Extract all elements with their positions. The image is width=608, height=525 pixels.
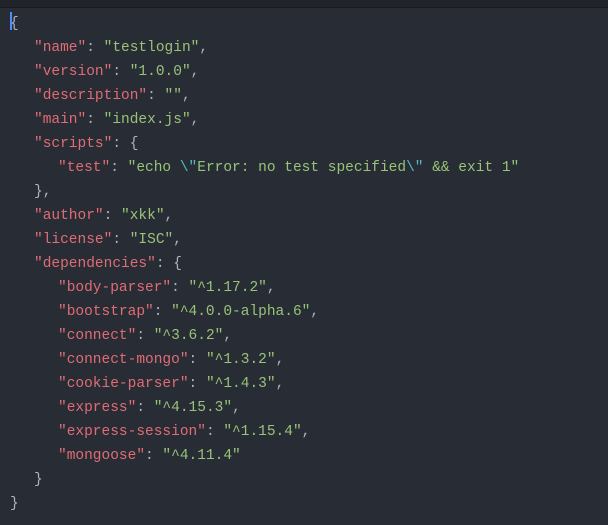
comma: , <box>267 280 276 296</box>
json-key: "author" <box>34 208 104 224</box>
json-value: "^4.0.0-alpha.6" <box>171 304 310 320</box>
code-line: "bootstrap": "^4.0.0-alpha.6", <box>10 300 608 324</box>
json-value: "^4.15.3" <box>154 400 232 416</box>
colon: : <box>154 304 171 320</box>
code-line: "connect-mongo": "^1.3.2", <box>10 348 608 372</box>
json-value: "^1.3.2" <box>206 352 276 368</box>
comma: , <box>223 328 232 344</box>
text-cursor <box>10 12 12 30</box>
json-key: "name" <box>34 40 86 56</box>
code-line: "express": "^4.15.3", <box>10 396 608 420</box>
code-line: "scripts": { <box>10 132 608 156</box>
comma: , <box>276 376 285 392</box>
code-line: "author": "xkk", <box>10 204 608 228</box>
colon: : <box>156 256 173 272</box>
comma: , <box>182 88 191 104</box>
json-key: "license" <box>34 232 112 248</box>
json-key: "bootstrap" <box>58 304 154 320</box>
colon: : <box>104 208 121 224</box>
json-key: "scripts" <box>34 136 112 152</box>
code-line: "connect": "^3.6.2", <box>10 324 608 348</box>
comma: , <box>310 304 319 320</box>
json-value: "index.js" <box>104 112 191 128</box>
json-key: "express-session" <box>58 424 206 440</box>
code-line: } <box>10 468 608 492</box>
escape-sequence: \" <box>180 160 197 176</box>
colon: : <box>112 64 129 80</box>
colon: : <box>112 232 129 248</box>
json-key: "body-parser" <box>58 280 171 296</box>
code-line: "mongoose": "^4.11.4" <box>10 444 608 468</box>
json-value: "^3.6.2" <box>154 328 224 344</box>
code-line: "license": "ISC", <box>10 228 608 252</box>
json-value: "^1.4.3" <box>206 376 276 392</box>
json-value: && exit 1" <box>424 160 520 176</box>
code-line: "version": "1.0.0", <box>10 60 608 84</box>
colon: : <box>189 376 206 392</box>
colon: : <box>136 400 153 416</box>
json-key: "description" <box>34 88 147 104</box>
brace-close: } <box>10 496 19 512</box>
json-key: "cookie-parser" <box>58 376 189 392</box>
colon: : <box>110 160 127 176</box>
comma: , <box>191 64 200 80</box>
code-line: "body-parser": "^1.17.2", <box>10 276 608 300</box>
code-line: "dependencies": { <box>10 252 608 276</box>
json-value: "ISC" <box>130 232 174 248</box>
json-value: "echo <box>128 160 180 176</box>
code-line: "cookie-parser": "^1.4.3", <box>10 372 608 396</box>
colon: : <box>206 424 223 440</box>
code-line: "description": "", <box>10 84 608 108</box>
json-key: "main" <box>34 112 86 128</box>
comma: , <box>165 208 174 224</box>
code-line: } <box>10 492 608 516</box>
code-editor[interactable]: { "name": "testlogin", "version": "1.0.0… <box>0 8 608 516</box>
json-value: "" <box>165 88 182 104</box>
json-key: "version" <box>34 64 112 80</box>
json-key: "express" <box>58 400 136 416</box>
comma: , <box>302 424 311 440</box>
json-value: "^1.17.2" <box>189 280 267 296</box>
json-key: "test" <box>58 160 110 176</box>
json-value: "xkk" <box>121 208 165 224</box>
brace-close: } <box>34 184 43 200</box>
comma: , <box>191 112 200 128</box>
json-key: "connect-mongo" <box>58 352 189 368</box>
json-key: "connect" <box>58 328 136 344</box>
code-line: { <box>10 12 608 36</box>
comma: , <box>173 232 182 248</box>
colon: : <box>189 352 206 368</box>
brace-open: { <box>173 256 182 272</box>
comma: , <box>232 400 241 416</box>
tab-bar <box>0 0 608 8</box>
comma: , <box>199 40 208 56</box>
brace-open: { <box>130 136 139 152</box>
code-line: "express-session": "^1.15.4", <box>10 420 608 444</box>
colon: : <box>145 448 162 464</box>
code-line: "main": "index.js", <box>10 108 608 132</box>
json-value: "testlogin" <box>104 40 200 56</box>
comma: , <box>276 352 285 368</box>
code-line: "name": "testlogin", <box>10 36 608 60</box>
comma: , <box>43 184 52 200</box>
escape-sequence: \" <box>406 160 423 176</box>
json-value: "1.0.0" <box>130 64 191 80</box>
colon: : <box>112 136 129 152</box>
colon: : <box>136 328 153 344</box>
colon: : <box>86 112 103 128</box>
json-key: "mongoose" <box>58 448 145 464</box>
colon: : <box>86 40 103 56</box>
colon: : <box>171 280 188 296</box>
colon: : <box>147 88 164 104</box>
brace-close: } <box>34 472 43 488</box>
json-value: "^4.11.4" <box>162 448 240 464</box>
json-value: "^1.15.4" <box>223 424 301 440</box>
code-line: "test": "echo \"Error: no test specified… <box>10 156 608 180</box>
json-value: Error: no test specified <box>197 160 406 176</box>
code-line: }, <box>10 180 608 204</box>
json-key: "dependencies" <box>34 256 156 272</box>
